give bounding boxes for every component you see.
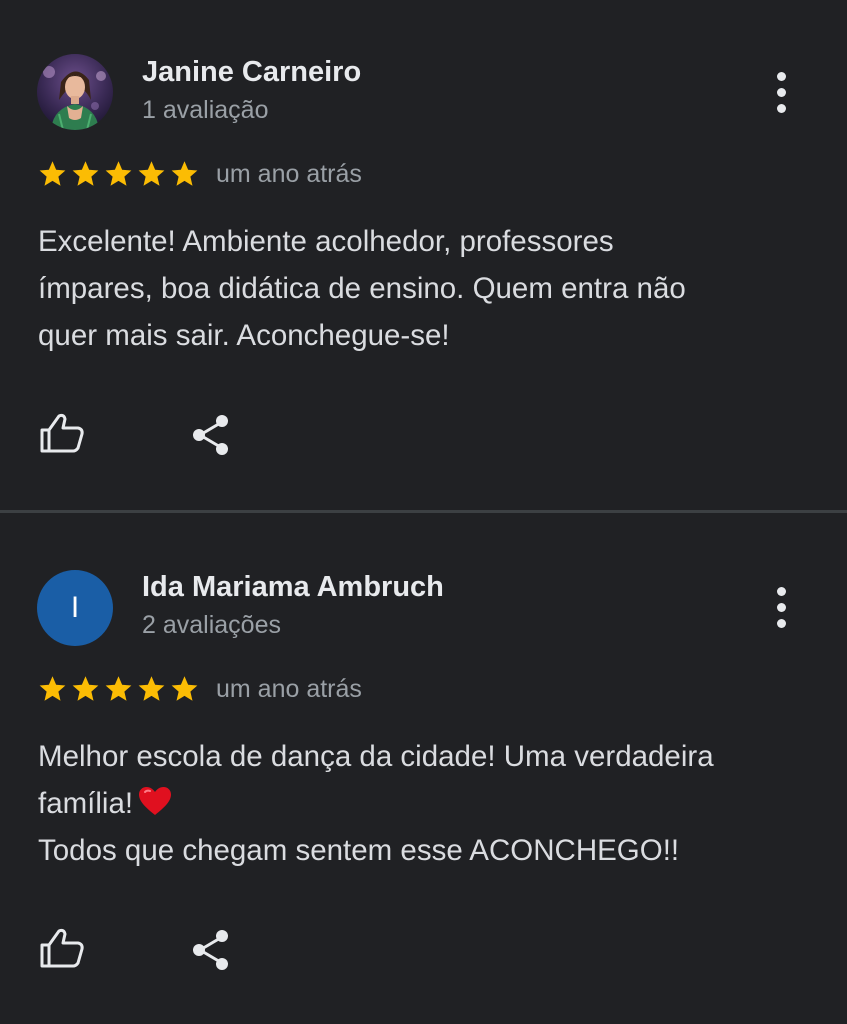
star-rating <box>37 674 200 704</box>
star-icon <box>138 676 165 701</box>
like-button[interactable] <box>36 923 88 975</box>
more-vert-icon <box>776 71 786 81</box>
more-vert-icon-dot <box>776 618 786 628</box>
star-icon <box>72 161 99 186</box>
star-icon <box>72 676 99 701</box>
review-time: um ano atrás <box>216 675 362 703</box>
more-vert-icon-dot <box>776 87 786 97</box>
more-options-button[interactable] <box>762 583 800 631</box>
avatar-photo <box>37 54 113 130</box>
review-time: um ano atrás <box>216 160 362 188</box>
star-icon <box>138 161 165 186</box>
star-icon <box>105 161 132 186</box>
share-button[interactable] <box>186 923 238 975</box>
more-vert-icon <box>776 586 786 596</box>
star-icon <box>171 161 198 186</box>
review-card: I Ida Mariama Ambruch 2 avaliações um an… <box>0 513 847 1024</box>
avatar-letter: I <box>70 591 80 624</box>
star-icon <box>105 676 132 701</box>
avatar[interactable]: I <box>37 570 113 646</box>
thumb-up-outline-icon <box>40 928 84 968</box>
more-vert-icon-dot <box>776 103 786 113</box>
author-review-count: 2 avaliações <box>142 611 281 639</box>
thumb-up-outline-icon <box>40 413 84 453</box>
author-review-count: 1 avaliação <box>142 96 269 124</box>
star-rating <box>37 159 200 189</box>
heart-emoji-icon <box>137 785 173 817</box>
review-text: Excelente! Ambiente acolhedor, professor… <box>38 225 686 352</box>
review-card: Janine Carneiro 1 avaliação um ano atrás… <box>0 0 847 513</box>
star-icon <box>39 676 66 701</box>
share-button[interactable] <box>186 408 238 460</box>
star-icon <box>39 161 66 186</box>
more-options-button[interactable] <box>762 68 800 116</box>
like-button[interactable] <box>36 408 88 460</box>
review-text: Melhor escola de dança da cidade! Uma ve… <box>38 733 828 874</box>
more-vert-icon-dot <box>776 602 786 612</box>
review-text-part: Todos que chegam sentem esse ACONCHEGO!! <box>38 834 680 867</box>
author-name[interactable]: Janine Carneiro <box>142 56 361 89</box>
star-icon <box>171 676 198 701</box>
author-name[interactable]: Ida Mariama Ambruch <box>142 571 444 604</box>
share-icon <box>193 930 228 970</box>
avatar[interactable] <box>37 54 113 130</box>
share-icon <box>193 415 228 455</box>
